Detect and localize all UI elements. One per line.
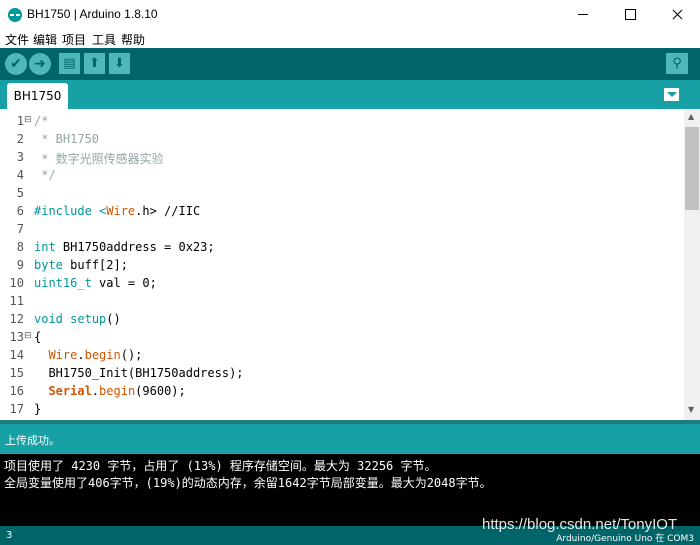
line-number: 16	[9, 384, 24, 398]
save-sketch-button[interactable]: ⬇	[109, 53, 130, 74]
line-number: 3	[16, 150, 24, 164]
line-number: 6	[16, 204, 24, 218]
code-token: .	[91, 384, 100, 398]
code-token: Serial	[48, 384, 92, 398]
line-number: 11	[9, 294, 24, 308]
code-token: ();	[120, 348, 143, 362]
toolbar	[0, 48, 700, 80]
code-token: (9600);	[135, 384, 186, 398]
line-number: 17	[9, 402, 24, 416]
line-number: 2	[16, 132, 24, 146]
code-token: ()	[106, 312, 121, 326]
line-indicator: 3	[6, 530, 13, 541]
code-line: }	[34, 402, 42, 416]
watermark-text: https://blog.csdn.net/TonyIOT	[482, 516, 678, 533]
line-number: 5	[16, 186, 24, 200]
code-line: int BH1750address = 0x23;	[34, 240, 215, 254]
code-token: Wire	[106, 204, 136, 218]
code-editor[interactable]: 1 ⊟ 2 3 4 5 6 7 8 9 10 11 12 13 ⊟ 14 15 …	[0, 109, 684, 420]
scroll-up-icon[interactable]: ▲	[688, 112, 694, 121]
code-line: Wire.begin();	[34, 348, 142, 362]
console-line: 项目使用了 4230 字节，占用了 (13%) 程序存储空间。最大为 32256…	[4, 459, 437, 473]
code-line: */	[34, 168, 56, 182]
status-bar	[0, 424, 700, 454]
tab-bh1750[interactable]: BH1750	[7, 83, 68, 109]
code-line: BH1750_Init(BH1750address);	[34, 366, 244, 380]
window-title: BH1750 | Arduino 1.8.10	[27, 7, 158, 21]
code-token: uint16_t	[34, 276, 92, 290]
close-button[interactable]	[654, 0, 700, 30]
arrow-right-icon: ➜	[34, 56, 46, 72]
tab-bar	[0, 80, 700, 109]
code-line: * BH1750	[34, 132, 100, 146]
maximize-button[interactable]	[607, 0, 653, 30]
code-line: uint16_t val = 0;	[34, 276, 157, 290]
status-message: 上传成功。	[5, 434, 60, 447]
magnifier-icon: ⚲	[672, 56, 682, 71]
line-number: 4	[16, 168, 24, 182]
menu-sketch[interactable]: 项目	[62, 31, 86, 48]
menu-tools[interactable]: 工具	[92, 31, 116, 48]
line-number: 1	[16, 114, 24, 128]
line-number: 9	[16, 258, 24, 272]
title-bar: BH1750 | Arduino 1.8.10	[0, 0, 700, 30]
code-token: Wire	[48, 348, 78, 362]
console-line: 全局变量使用了406字节，(19%)的动态内存，余留1642字节局部变量。最大为…	[4, 476, 492, 490]
code-line: {	[34, 330, 42, 344]
code-token: #include <	[34, 204, 107, 218]
minimize-button[interactable]	[560, 0, 606, 30]
code-token: .	[77, 348, 85, 362]
menu-help[interactable]: 帮助	[121, 31, 145, 48]
code-token: int	[34, 240, 56, 254]
code-token: .h> //IIC	[135, 204, 201, 218]
code-line: void setup()	[34, 312, 121, 326]
line-number: 10	[9, 276, 24, 290]
line-number: 8	[16, 240, 24, 254]
scrollbar-thumb[interactable]	[685, 127, 699, 210]
new-sketch-button[interactable]: ▤	[59, 53, 80, 74]
menu-file[interactable]: 文件	[5, 31, 29, 48]
code-token: void	[34, 312, 63, 326]
line-number-gutter: 1 ⊟ 2 3 4 5 6 7 8 9 10 11 12 13 ⊟ 14 15 …	[0, 109, 32, 420]
code-line: byte buff[2];	[34, 258, 128, 272]
fold-icon[interactable]: ⊟	[24, 331, 32, 341]
code-line: /*	[34, 114, 49, 128]
open-sketch-button[interactable]: ⬆	[84, 53, 105, 74]
check-icon: ✔	[10, 56, 22, 72]
line-number: 13	[9, 330, 24, 344]
code-token: byte	[34, 258, 63, 272]
serial-monitor-button[interactable]: ⚲	[666, 53, 688, 74]
code-line: * 数字光照传感器实验	[34, 152, 164, 166]
menu-bar: 文件 编辑 项目 工具 帮助	[0, 30, 700, 48]
line-number: 12	[9, 312, 24, 326]
line-number: 14	[9, 348, 24, 362]
fold-icon[interactable]: ⊟	[24, 115, 32, 125]
line-number: 7	[16, 222, 24, 236]
code-token: setup	[70, 312, 107, 326]
code-line: #include <Wire.h> //IIC	[34, 204, 200, 218]
menu-edit[interactable]: 编辑	[33, 31, 57, 48]
arrow-down-icon: ⬇	[114, 56, 125, 71]
arrow-up-icon: ⬆	[89, 56, 100, 71]
code-token: BH1750address = 0x23;	[55, 240, 215, 254]
arduino-logo-icon	[8, 8, 22, 22]
code-line: Serial.begin(9600);	[34, 384, 186, 398]
scroll-down-icon[interactable]: ▼	[688, 405, 694, 414]
code-token: val = 0;	[91, 276, 157, 290]
code-token: begin	[84, 348, 121, 362]
upload-button[interactable]: ➜	[29, 53, 51, 75]
line-number: 15	[9, 366, 24, 380]
code-token: begin	[99, 384, 136, 398]
tab-menu-button[interactable]	[664, 88, 679, 101]
code-token: buff[2];	[62, 258, 128, 272]
document-icon: ▤	[63, 56, 76, 71]
verify-button[interactable]: ✔	[5, 53, 27, 75]
